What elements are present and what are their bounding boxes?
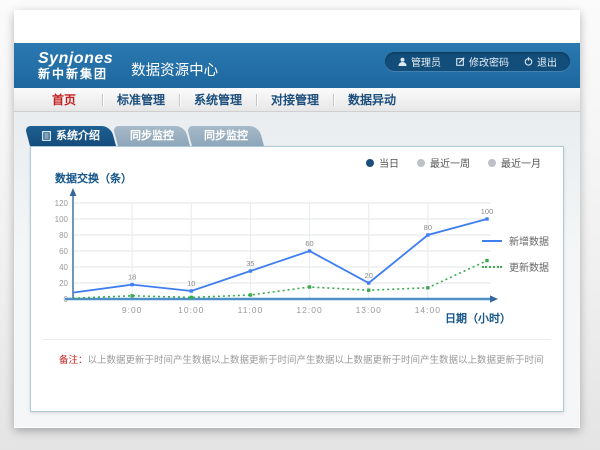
chart-legend: 新增数据 更新数据 xyxy=(482,233,549,285)
footnote-prefix: 备注： xyxy=(59,355,88,366)
chart-y-axis-title: 数据交换（条） xyxy=(55,170,132,186)
svg-text:11:00: 11:00 xyxy=(238,305,264,315)
time-range-filter: 当日 最近一周 最近一月 xyxy=(366,155,541,170)
chart-x-axis-title: 日期（小时） xyxy=(445,310,511,326)
radio-label: 当日 xyxy=(379,155,399,170)
tab-sync-monitor-1[interactable]: 同步监控 xyxy=(118,126,190,146)
svg-text:100: 100 xyxy=(481,207,494,216)
power-icon xyxy=(524,57,533,66)
svg-text:60: 60 xyxy=(59,247,68,256)
footnote: 备注：以上数据更新于时间产生数据以上数据更新于时间产生数据以上数据更新于时间产生… xyxy=(59,352,543,366)
radio-dot-icon xyxy=(488,159,496,167)
svg-text:18: 18 xyxy=(128,273,136,282)
svg-text:9:00: 9:00 xyxy=(122,305,143,315)
top-strip xyxy=(14,10,580,43)
solid-line-swatch-icon xyxy=(482,240,502,242)
main-nav: 首页 标准管理 系统管理 对接管理 数据异动 xyxy=(14,88,580,112)
edit-icon xyxy=(456,57,465,66)
main-window: Synjones 新中新集团 数据资源中心 管理员 修改密码 退出 首页 标准管… xyxy=(14,10,580,428)
legend-label: 新增数据 xyxy=(509,233,549,248)
logo-text-en: Synjones xyxy=(38,51,113,68)
legend-item-updated-data[interactable]: 更新数据 xyxy=(482,259,549,274)
chart-panel: 当日 最近一周 最近一月 数据交换（条） 0204060801001209:00… xyxy=(30,146,564,412)
nav-item-system-management[interactable]: 系统管理 xyxy=(180,91,256,108)
dotted-line-swatch-icon xyxy=(482,266,502,268)
footnote-text: 以上数据更新于时间产生数据以上数据更新于时间产生数据以上数据更新于时间产生数据以… xyxy=(88,355,543,366)
svg-text:35: 35 xyxy=(246,259,254,268)
radio-today[interactable]: 当日 xyxy=(366,155,399,170)
logout-label: 退出 xyxy=(537,54,557,69)
document-icon xyxy=(42,131,51,141)
legend-label: 更新数据 xyxy=(509,259,549,274)
change-password-label: 修改密码 xyxy=(469,54,509,69)
user-icon xyxy=(398,57,407,66)
user-toolbar: 管理员 修改密码 退出 xyxy=(385,52,570,71)
radio-label: 最近一月 xyxy=(501,155,541,170)
svg-text:10:00: 10:00 xyxy=(178,305,204,315)
company-logo[interactable]: Synjones 新中新集团 xyxy=(38,51,113,80)
user-menu[interactable]: 管理员 xyxy=(398,54,441,69)
nav-item-standard-management[interactable]: 标准管理 xyxy=(103,91,179,108)
radio-last-month[interactable]: 最近一月 xyxy=(488,155,541,170)
nav-item-interface-management[interactable]: 对接管理 xyxy=(257,91,333,108)
svg-text:13:00: 13:00 xyxy=(356,305,382,315)
svg-text:10: 10 xyxy=(187,279,195,288)
svg-text:80: 80 xyxy=(59,231,68,240)
line-chart-svg: 0204060801001209:0010:0011:0012:0013:001… xyxy=(47,187,499,325)
tab-label: 同步监控 xyxy=(204,126,248,146)
svg-text:14:00: 14:00 xyxy=(415,305,441,315)
nav-item-data-change[interactable]: 数据异动 xyxy=(334,91,410,108)
tab-label: 系统介绍 xyxy=(56,126,100,146)
svg-text:100: 100 xyxy=(55,215,69,224)
radio-dot-icon xyxy=(366,159,374,167)
svg-text:20: 20 xyxy=(59,279,68,288)
legend-item-new-data[interactable]: 新增数据 xyxy=(482,233,549,248)
svg-text:80: 80 xyxy=(424,223,432,232)
svg-text:120: 120 xyxy=(55,199,69,208)
user-name: 管理员 xyxy=(411,54,441,69)
tab-bar: 系统介绍 同步监控 同步监控 xyxy=(30,126,266,146)
logo-text-cn: 新中新集团 xyxy=(38,68,113,81)
line-chart: 0204060801001209:0010:0011:0012:0013:001… xyxy=(47,187,499,325)
svg-text:60: 60 xyxy=(305,239,313,248)
svg-text:12:00: 12:00 xyxy=(296,305,322,315)
page-title: 数据资源中心 xyxy=(131,59,218,80)
logout-button[interactable]: 退出 xyxy=(524,54,557,69)
panel-divider xyxy=(43,339,551,340)
radio-dot-icon xyxy=(417,159,425,167)
svg-text:40: 40 xyxy=(59,263,68,272)
tab-sync-monitor-2[interactable]: 同步监控 xyxy=(192,126,264,146)
nav-item-home[interactable]: 首页 xyxy=(26,91,102,108)
svg-text:20: 20 xyxy=(365,271,373,280)
radio-last-week[interactable]: 最近一周 xyxy=(417,155,470,170)
tab-label: 同步监控 xyxy=(130,126,174,146)
change-password-button[interactable]: 修改密码 xyxy=(456,54,509,69)
radio-label: 最近一周 xyxy=(430,155,470,170)
content-area: 系统介绍 同步监控 同步监控 当日 最近一周 xyxy=(14,112,580,427)
app-header: Synjones 新中新集团 数据资源中心 管理员 修改密码 退出 xyxy=(14,43,580,88)
tab-system-intro[interactable]: 系统介绍 xyxy=(30,126,116,146)
